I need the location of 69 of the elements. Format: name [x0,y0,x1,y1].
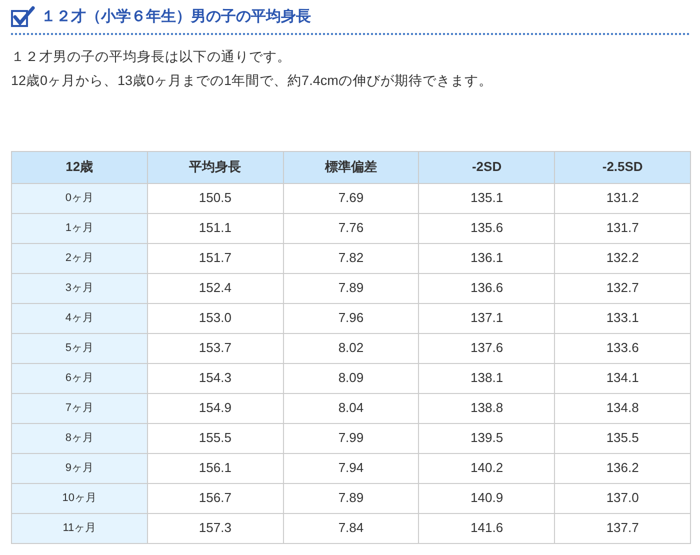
table-cell: 141.6 [418,513,555,543]
table-cell: 132.2 [554,243,690,273]
table-cell: 137.1 [418,303,555,333]
table-cell: 7.99 [283,423,419,453]
table-cell: 155.5 [147,423,284,453]
table-cell: 140.9 [418,483,555,513]
table-cell: 131.7 [554,213,690,243]
table-cell: 140.2 [418,453,555,483]
table-cell: 156.7 [147,483,284,513]
table-cell: 136.6 [418,273,555,303]
row-header: 11ヶ月 [12,513,148,543]
table-cell: 131.2 [554,183,690,213]
table-cell: 133.6 [554,333,690,363]
table-cell: 137.7 [554,513,690,543]
table-cell: 152.4 [147,273,284,303]
row-header: 4ヶ月 [12,303,148,333]
table-cell: 7.89 [283,483,419,513]
table-cell: 156.1 [147,453,284,483]
table-cell: 139.5 [418,423,555,453]
column-header: 12歳 [12,151,148,183]
table-cell: 137.0 [554,483,690,513]
row-header: 2ヶ月 [12,243,148,273]
row-header: 3ヶ月 [12,273,148,303]
table-cell: 7.96 [283,303,419,333]
table-cell: 150.5 [147,183,284,213]
intro-text: 12歳0ヶ月から、13歳0ヶ月までの1年間で、約7.4cmの伸びが期待できます。 [11,72,494,90]
column-header: -2SD [418,151,555,183]
table-cell: 151.1 [147,213,284,243]
table-cell: 133.1 [554,303,690,333]
table-cell: 7.89 [283,273,419,303]
table-cell: 8.02 [283,333,419,363]
table-cell: 154.3 [147,363,284,393]
intro-text: １２才男の子の平均身長は以下の通りです。 [11,48,292,66]
table-cell: 7.94 [283,453,419,483]
table-cell: 132.7 [554,273,690,303]
table-cell: 7.76 [283,213,419,243]
table-cell: 135.5 [554,423,690,453]
table-cell: 135.6 [418,213,555,243]
row-header: 9ヶ月 [12,453,148,483]
table-cell: 8.04 [283,393,419,423]
row-header: 10ヶ月 [12,483,148,513]
row-header: 1ヶ月 [12,213,148,243]
table-cell: 138.8 [418,393,555,423]
row-header: 5ヶ月 [12,333,148,363]
table-cell: 134.1 [554,363,690,393]
table-cell: 7.69 [283,183,419,213]
table-cell: 157.3 [147,513,284,543]
table-cell: 7.82 [283,243,419,273]
table-cell: 135.1 [418,183,555,213]
column-header: 標準偏差 [283,151,419,183]
table-cell: 153.7 [147,333,284,363]
table-cell: 136.2 [554,453,690,483]
table-cell: 154.9 [147,393,284,423]
checkbox-icon [11,6,35,28]
table-cell: 153.0 [147,303,284,333]
row-header: 0ヶ月 [12,183,148,213]
section-heading: １２才（小学６年生）男の子の平均身長 [41,7,311,27]
table-cell: 137.6 [418,333,555,363]
table-cell: 8.09 [283,363,419,393]
row-header: 6ヶ月 [12,363,148,393]
column-header: -2.5SD [554,151,690,183]
table-cell: 151.7 [147,243,284,273]
table-cell: 138.1 [418,363,555,393]
table-cell: 7.84 [283,513,419,543]
table-cell: 136.1 [418,243,555,273]
table-cell: 134.8 [554,393,690,423]
row-header: 7ヶ月 [12,393,148,423]
row-header: 8ヶ月 [12,423,148,453]
column-header: 平均身長 [147,151,284,183]
